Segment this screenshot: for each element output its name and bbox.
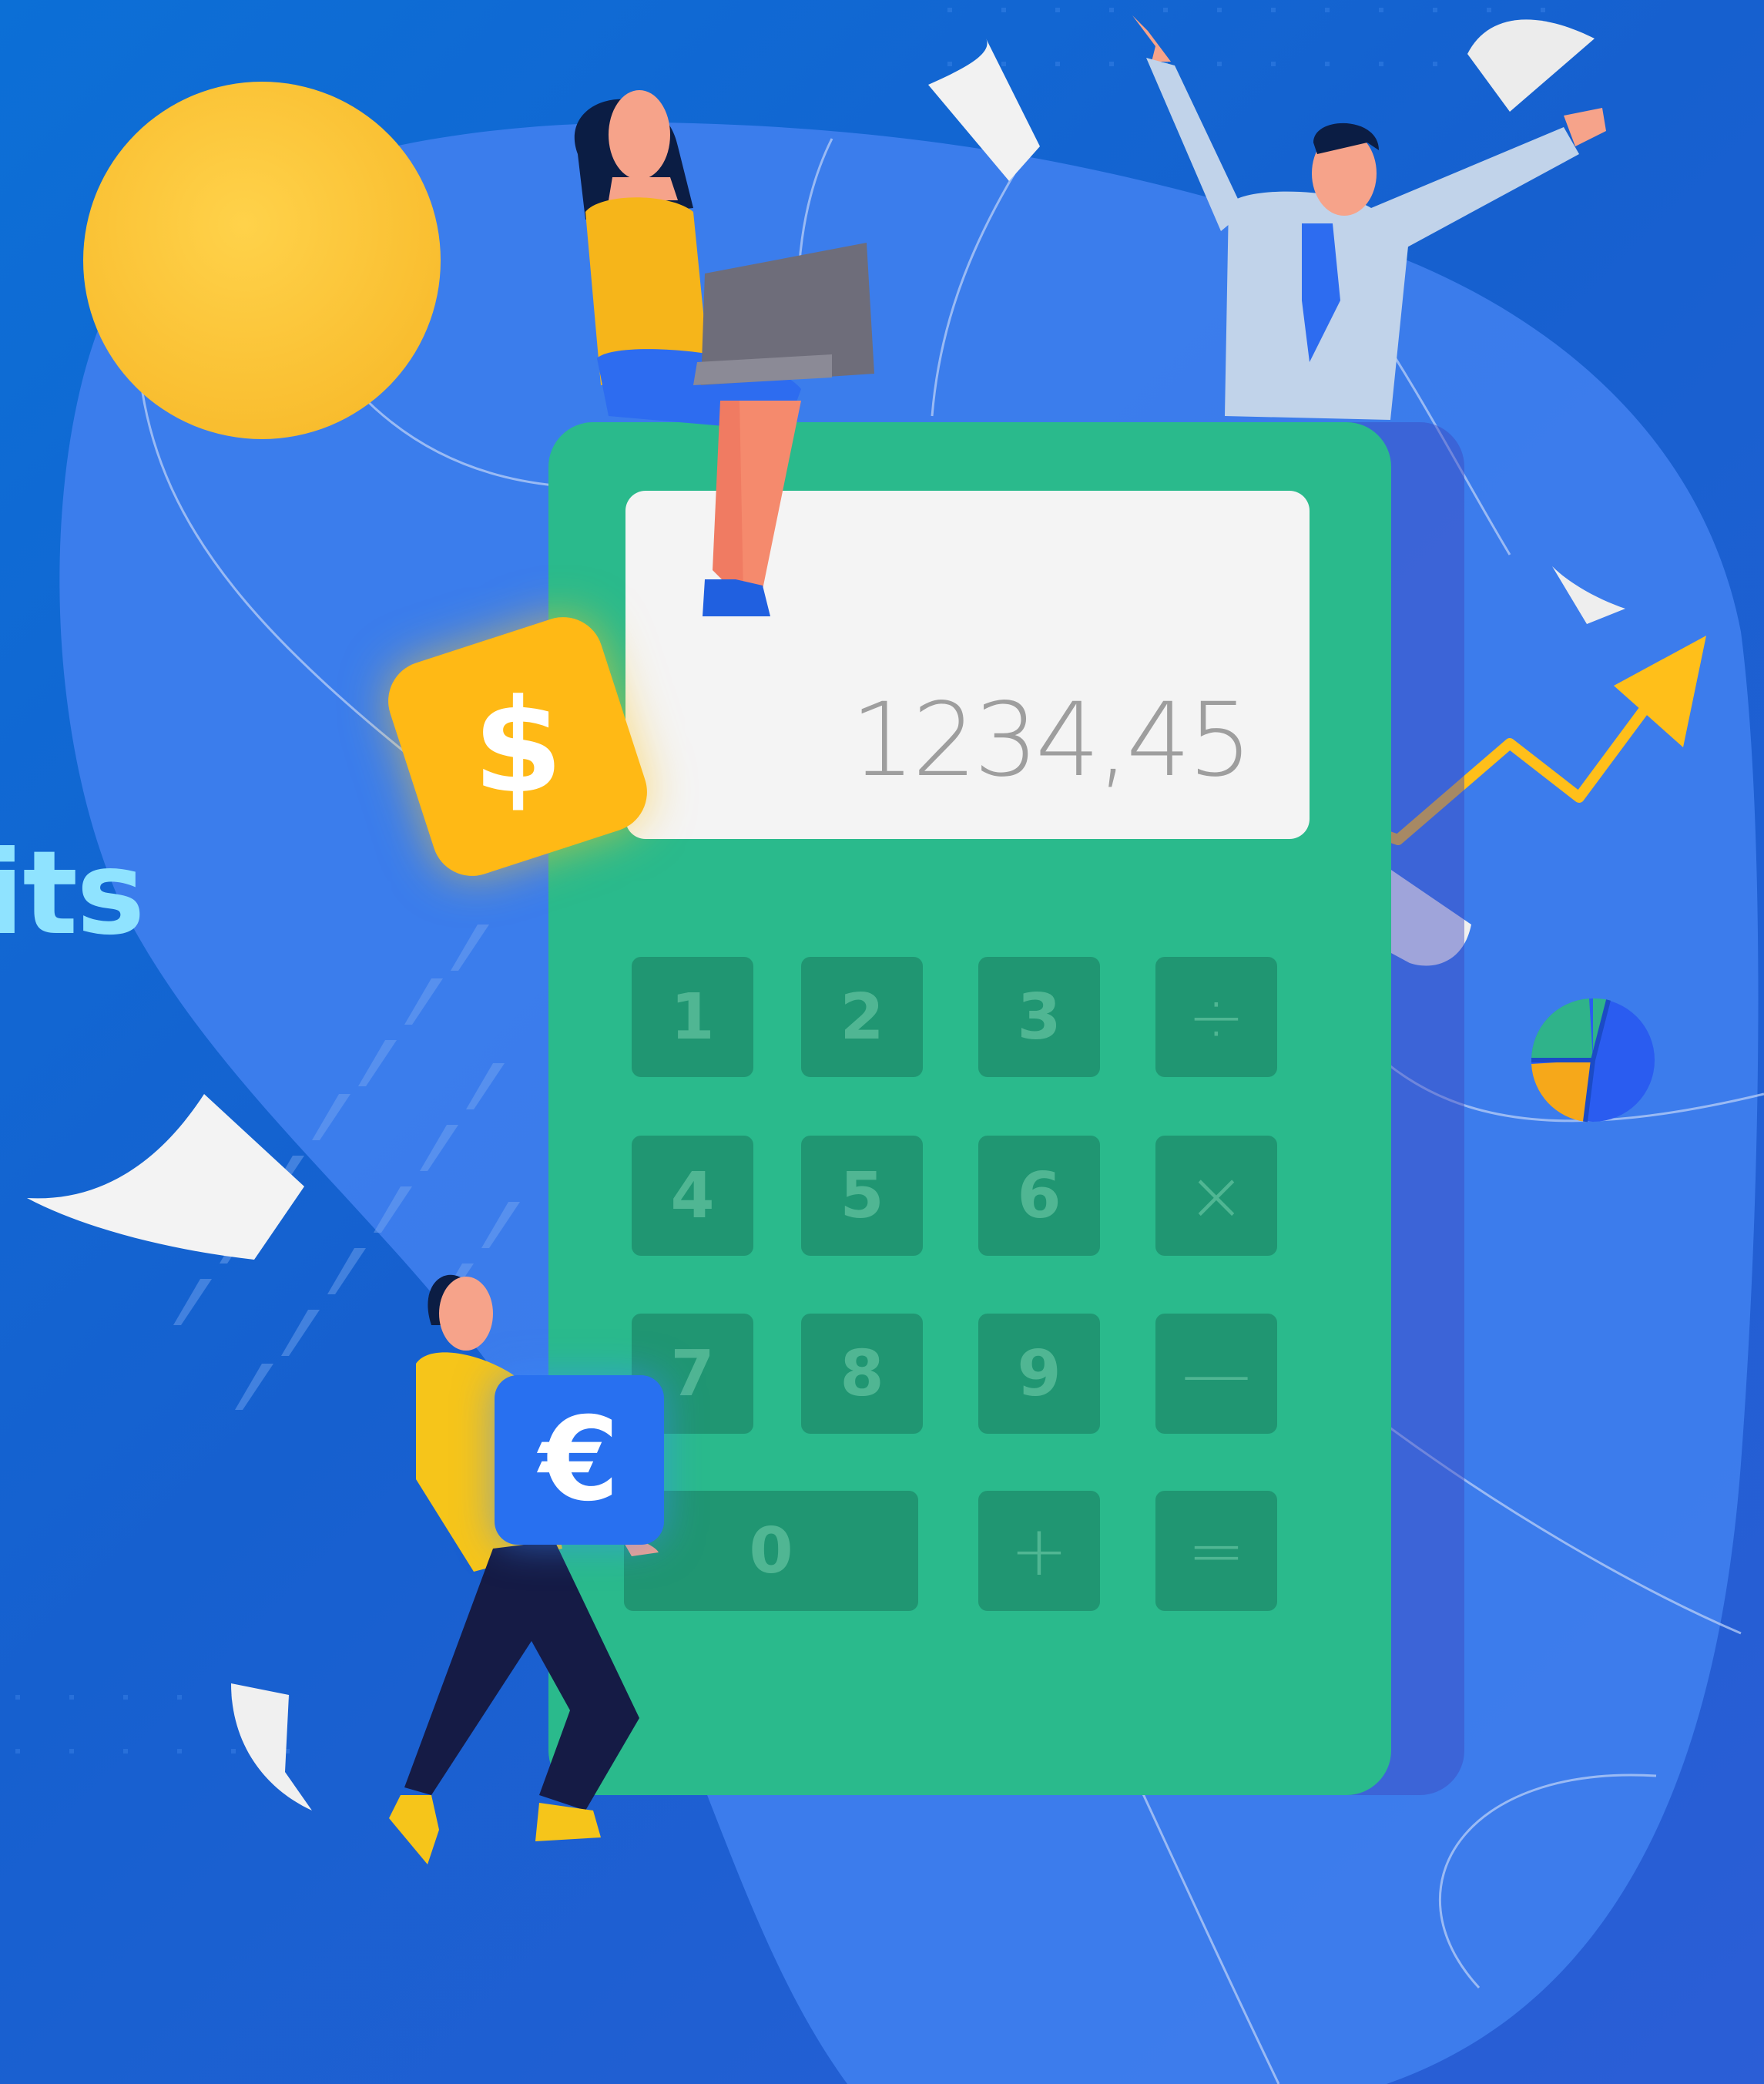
man-carrying-euro — [389, 1274, 659, 1864]
woman-with-laptop — [574, 90, 874, 616]
euro-coin-icon: € — [495, 1375, 664, 1545]
man-cheering — [1132, 15, 1606, 421]
illustration-stage: its 1234,45 123÷456×789—0+= — [0, 0, 1764, 2084]
dollar-symbol: $ — [472, 671, 563, 822]
people-art — [389, 15, 1606, 1864]
